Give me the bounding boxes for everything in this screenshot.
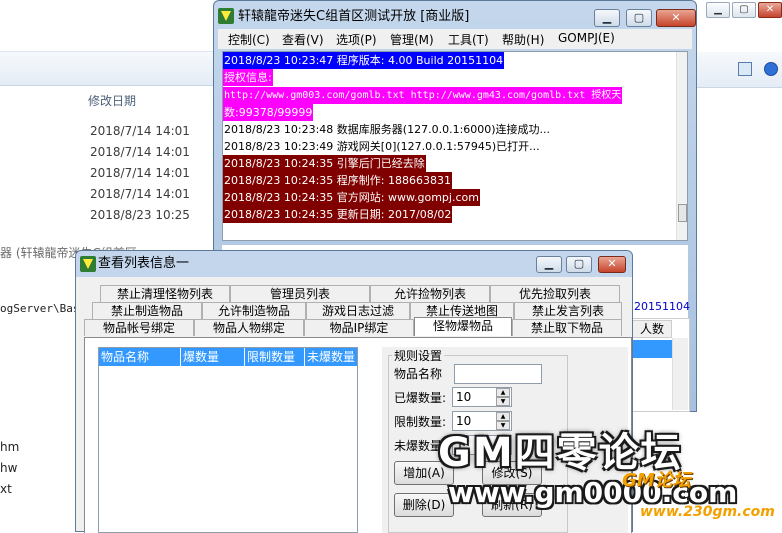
column-not-dropped-count[interactable]: 未爆数量 (305, 348, 357, 366)
main-window-title: 轩辕龍帝迷失C组首区测试开放 [商业版] (238, 9, 470, 24)
spin-down-icon[interactable]: ▼ (496, 397, 510, 406)
tab-monster-drops[interactable]: 怪物爆物品 (414, 317, 512, 336)
menu-manage[interactable]: 管理(M) (390, 31, 434, 48)
log-line: 2018/8/23 10:23:48 数据库服务器(127.0.0.1:6000… (224, 123, 551, 136)
maximize-button[interactable]: ▢ (626, 9, 652, 27)
date-modified-column-header[interactable]: 修改日期 (88, 92, 136, 109)
drop-item-list-header: 物品名称 爆数量 限制数量 未爆数量 (99, 348, 357, 366)
log-line: 2018/8/23 10:23:49 游戏网关[0](127.0.0.1:579… (224, 140, 540, 153)
log-line: 2018/8/23 10:24:35 程序制作: 188663831 (223, 172, 452, 189)
log-line: 2018/8/23 10:24:35 更新日期: 2017/08/02 (223, 206, 453, 223)
menu-tools[interactable]: 工具(T) (448, 31, 489, 48)
log-line: 授权信息: (223, 69, 273, 86)
selected-table-row[interactable] (632, 340, 672, 358)
spin-up-icon[interactable]: ▲ (496, 388, 510, 397)
file-date: 2018/7/14 14:01 (90, 166, 190, 180)
tab-item-ip-bind[interactable]: 物品IP绑定 (304, 319, 414, 336)
column-drop-count[interactable]: 爆数量 (181, 348, 245, 366)
tab-log-filter[interactable]: 游戏日志过滤 (306, 302, 410, 319)
item-name-label: 物品名称 (394, 367, 443, 381)
tab-item-account-bind[interactable]: 物品帐号绑定 (84, 319, 194, 336)
tab-remove-ban[interactable]: 禁止取下物品 (512, 319, 622, 336)
tab-make-allow[interactable]: 允许制造物品 (202, 302, 306, 319)
rules-groupbox-legend: 规则设置 (392, 347, 445, 364)
column-limit-count[interactable]: 限制数量 (245, 348, 305, 366)
menu-help[interactable]: 帮助(H) (502, 31, 544, 48)
watermark-brand: GM论坛 (622, 470, 691, 491)
tab-pickup-priority[interactable]: 优先捡取列表 (490, 285, 620, 302)
explorer-close-button[interactable]: ✕ (758, 2, 782, 18)
log-line: 2018/8/23 10:24:35 引擎后门已经去除 (223, 155, 426, 172)
close-button[interactable]: ✕ (656, 9, 696, 27)
item-name-input[interactable] (454, 364, 542, 384)
tab-item-char-bind[interactable]: 物品人物绑定 (194, 319, 304, 336)
file-date: 2018/7/14 14:01 (90, 145, 190, 159)
explorer-address-bar[interactable] (0, 22, 215, 52)
tab-admin-list[interactable]: 管理员列表 (230, 285, 370, 302)
menu-control[interactable]: 控制(C) (228, 31, 270, 48)
menu-options[interactable]: 选项(P) (336, 31, 377, 48)
log-line: 2018/8/23 10:23:47 程序版本: 4.00 Build 2015… (223, 52, 505, 69)
explorer-left-pane (0, 236, 80, 532)
file-date: 2018/7/14 14:01 (90, 124, 190, 138)
tab-pickup-allow[interactable]: 允许捡物列表 (370, 285, 490, 302)
watermark-brand-url: www.230gm.com (640, 504, 775, 520)
dialog-maximize-button[interactable]: ▢ (566, 256, 592, 273)
drop-item-list[interactable] (98, 347, 358, 533)
dropped-count-spinner[interactable]: ▲ ▼ (496, 388, 512, 406)
dialog-close-button[interactable]: ✕ (598, 256, 626, 273)
menu-gompj[interactable]: GOMPJ(E) (558, 31, 615, 45)
file-date: 2018/7/14 14:01 (90, 187, 190, 201)
file-date: 2018/8/23 10:25 (90, 208, 190, 222)
dialog-title: 查看列表信息一 (98, 256, 190, 271)
column-item-name[interactable]: 物品名称 (99, 348, 181, 366)
table-scrollbar[interactable] (672, 338, 688, 410)
file-name-fragment: hw (0, 461, 18, 475)
log-scrollbar-thumb[interactable] (678, 204, 687, 222)
tab-make-ban[interactable]: 禁止制造物品 (92, 302, 202, 319)
minimize-button[interactable]: ▁ (594, 9, 620, 27)
explorer-minimize-button[interactable]: ▁ (706, 2, 730, 18)
app-logo-icon (218, 8, 234, 24)
dialog-logo-icon (80, 256, 96, 272)
log-line: 数:99378/99999 (223, 104, 314, 121)
menu-bar: 控制(C) 查看(V) 选项(P) 管理(M) 工具(T) 帮助(H) GOMP… (218, 29, 692, 49)
delete-button[interactable]: 删除(D) (394, 493, 454, 517)
tab-monster-clean-ban[interactable]: 禁止清理怪物列表 (100, 285, 230, 302)
explorer-maximize-button[interactable]: ▢ (732, 2, 756, 18)
preview-pane-icon[interactable] (738, 62, 752, 76)
dropped-count-label: 已爆数量: (394, 391, 447, 405)
help-icon[interactable] (764, 62, 778, 76)
build-number: 20151104 (634, 300, 690, 313)
background-path-text: ogServer\Base (0, 302, 87, 315)
tab-chat-ban[interactable]: 禁止发言列表 (514, 302, 622, 319)
player-count-column-header[interactable]: 人数 (632, 320, 672, 338)
dialog-minimize-button[interactable]: ▁ (536, 256, 562, 273)
log-line: 2018/8/23 10:24:35 官方网站: www.gompj.com (223, 189, 480, 206)
file-name-fragment: xt (0, 482, 12, 496)
explorer-command-bar (0, 52, 215, 86)
menu-view[interactable]: 查看(V) (282, 31, 324, 48)
server-log: 2018/8/23 10:23:47 程序版本: 4.00 Build 2015… (222, 51, 688, 241)
log-line: http://www.gm003.com/gomlb.txt http://ww… (223, 87, 623, 104)
file-name-fragment: hm (0, 440, 20, 454)
